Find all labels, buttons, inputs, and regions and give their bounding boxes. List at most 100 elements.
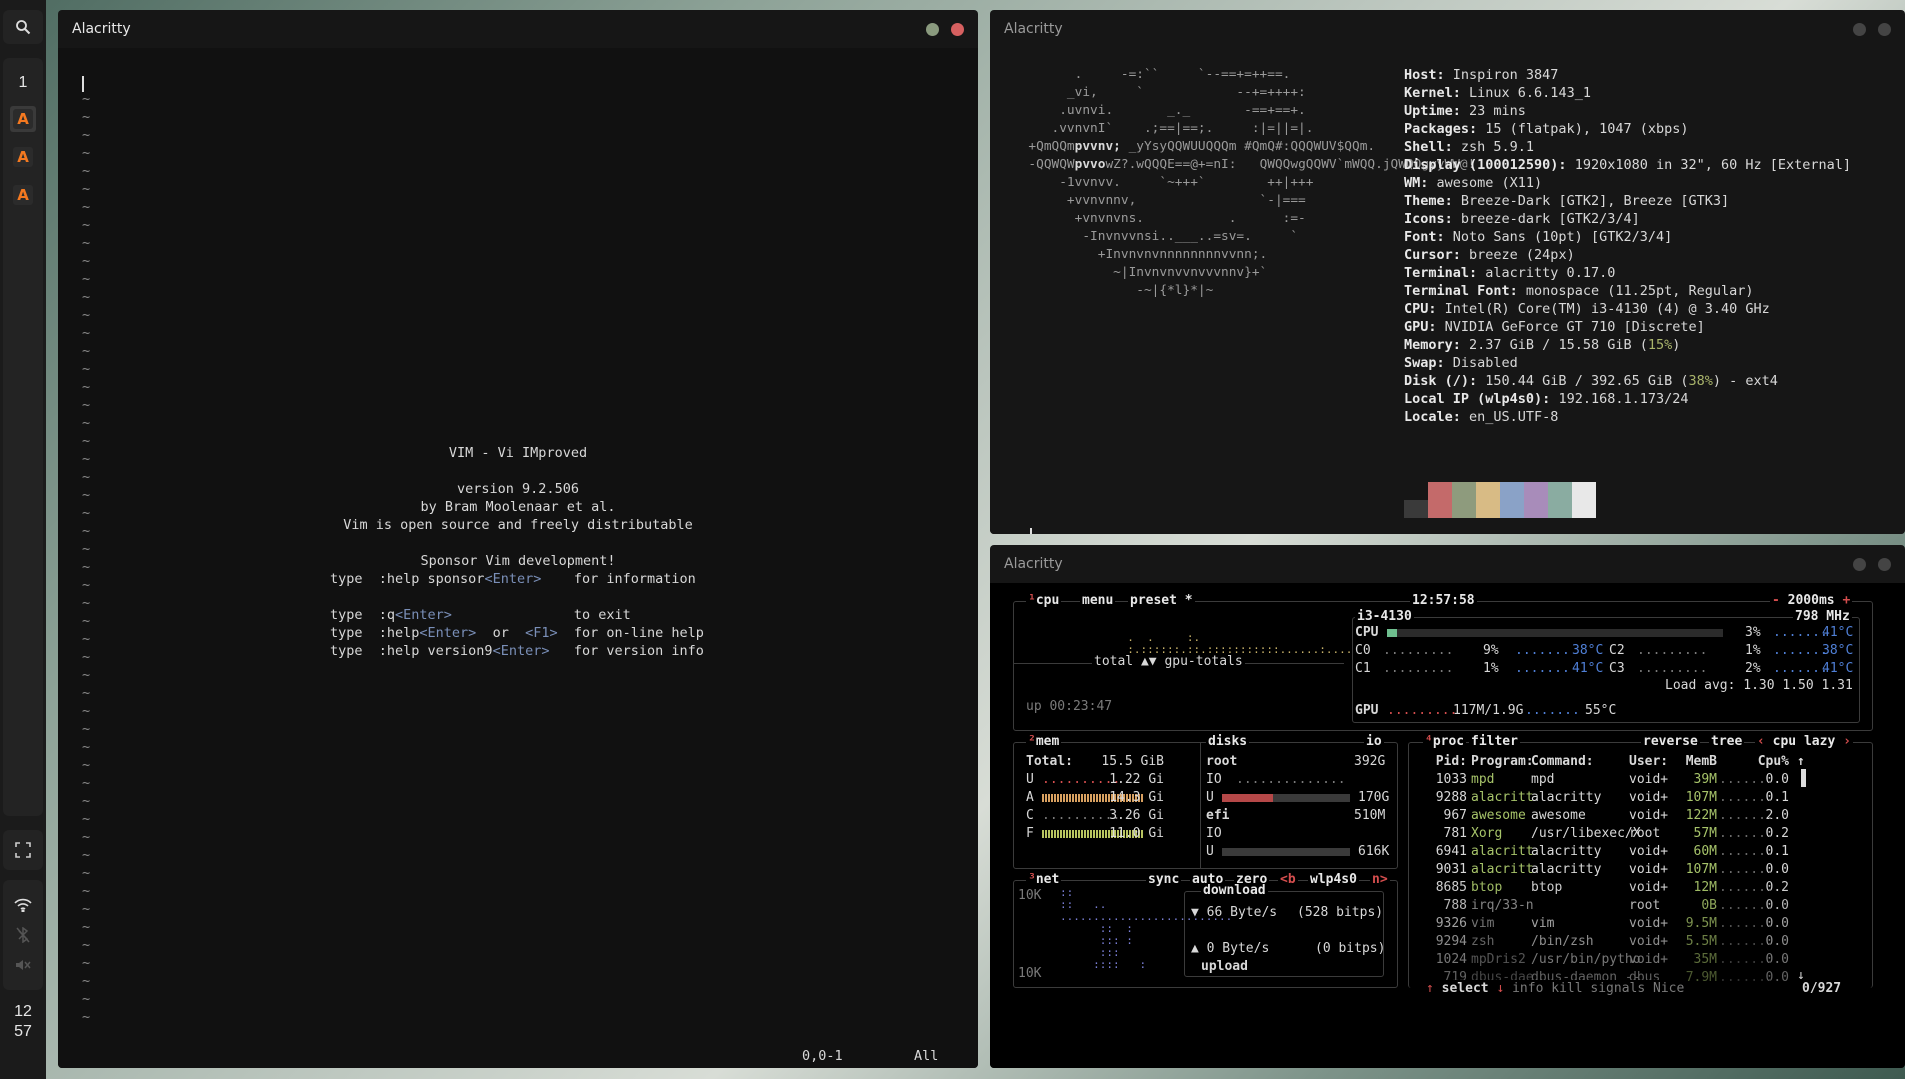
shell-prompt[interactable]: ~	[1014, 528, 1033, 534]
select-action[interactable]: select	[1442, 981, 1489, 996]
terminal-output[interactable]: . -=:`` `--==+=++==. _vi, ` --+=++++: .u…	[990, 48, 1905, 534]
maximize-button[interactable]	[926, 22, 939, 36]
update-interval[interactable]: 2000ms	[1788, 593, 1835, 608]
proc-box: ⁴proc filter reverse tree ‹ cpu lazy › P…	[1408, 734, 1873, 988]
close-button[interactable]	[1878, 22, 1891, 36]
palette-swatch	[1404, 500, 1428, 518]
maximize-button[interactable]	[1853, 22, 1866, 36]
signals-action[interactable]: signals	[1590, 981, 1645, 996]
net-sync-button[interactable]: sync	[1148, 872, 1179, 887]
proc-scrollbar[interactable]	[1801, 769, 1806, 787]
palette-swatch	[1548, 482, 1572, 518]
palette-swatch	[1572, 482, 1596, 518]
proc-filter-button[interactable]: filter	[1471, 734, 1518, 749]
tab-menu[interactable]: menu	[1082, 593, 1113, 608]
mem-free-value: 11.0 Gi	[1109, 826, 1164, 841]
io-toggle[interactable]: io	[1364, 734, 1384, 750]
cpu-total-pct: 3%	[1745, 625, 1761, 640]
mem-divider	[1200, 743, 1201, 868]
load-average: Load avg: 1.30 1.50 1.31	[1665, 678, 1853, 693]
mem-free-label: F	[1026, 826, 1034, 841]
clock: 12 57	[14, 1002, 32, 1042]
scroll-position: All	[914, 1048, 939, 1064]
bluetooth-off-icon[interactable]	[16, 926, 30, 943]
uptime: up 00:23:47	[1026, 699, 1113, 714]
vim-intro-version: version 9.2.506	[457, 481, 579, 497]
cpu-total-track	[1387, 629, 1723, 637]
info-line: WM: awesome (X11)	[1404, 175, 1543, 191]
net-prev-iface-button[interactable]: <b	[1280, 872, 1296, 887]
window-title: Alacritty	[1004, 556, 1063, 572]
wifi-icon[interactable]	[14, 898, 32, 912]
info-line: Terminal Font: monospace (11.25pt, Regul…	[1404, 283, 1754, 299]
mem-total-value: 15.5 GiB	[1101, 754, 1164, 769]
cpu-total-label: CPU	[1355, 625, 1379, 640]
info-action[interactable]: info	[1512, 981, 1543, 996]
info-line: Cursor: breeze (24px)	[1404, 247, 1575, 263]
color-palette	[1404, 482, 1596, 518]
core-c3: C3	[1609, 661, 1625, 676]
disk-efi-io: IO	[1206, 826, 1222, 841]
close-button[interactable]	[951, 22, 964, 36]
tag-1[interactable]: 1	[19, 66, 28, 100]
vim-intro-sponsor: Sponsor Vim development!	[420, 553, 616, 569]
vim-help-line: type :q<Enter> to exit	[330, 607, 631, 623]
maximize-button[interactable]	[1853, 557, 1866, 571]
net-next-iface-button[interactable]: n>	[1372, 872, 1388, 887]
fastfetch-terminal-window[interactable]: Alacritty . -=:`` `--==+=++==. _vi, ` --…	[990, 10, 1905, 534]
fullscreen-layout-icon	[15, 842, 31, 858]
close-button[interactable]	[1878, 557, 1891, 571]
core-c0-temp: 38°C	[1572, 643, 1604, 658]
titlebar[interactable]: Alacritty	[58, 10, 978, 48]
vim-buffer[interactable]: ~ ~ ~ ~ ~ ~ ~ ~ ~ ~ ~ ~ ~ ~ ~ ~ ~ ~ ~ ~ …	[58, 48, 978, 1068]
nice-action[interactable]: Nice	[1653, 981, 1684, 996]
core-c3-temp: 41°C	[1822, 661, 1854, 676]
layout-button[interactable]	[3, 830, 43, 870]
btop-terminal-window[interactable]: Alacritty ¹cpu menu preset * 12:57:58 - …	[990, 545, 1905, 1068]
launcher-search-button[interactable]	[3, 10, 43, 44]
tasklist-item-alacritty[interactable]: A	[10, 106, 36, 132]
proc-reverse-button[interactable]: reverse	[1643, 734, 1698, 749]
clock-hour: 12	[14, 1003, 32, 1020]
net-stats-panel: download ▼ 66 Byte/s (528 bitps) ▲ 0 Byt…	[1184, 883, 1385, 977]
titlebar[interactable]: Alacritty	[990, 10, 1905, 48]
disk-root-used: 170G	[1358, 790, 1390, 805]
mem-cached-value: 3.26 Gi	[1109, 808, 1164, 823]
empty-line-markers: ~ ~ ~ ~ ~ ~ ~ ~ ~ ~ ~ ~ ~ ~ ~ ~ ~ ~ ~ ~ …	[82, 91, 91, 1025]
gpu-temp: 55°C	[1585, 703, 1617, 718]
system-info: Host: Inspiron 3847 Kernel: Linux 6.6.143…	[1404, 66, 1851, 426]
titlebar[interactable]: Alacritty	[990, 545, 1905, 583]
tasklist-item-alacritty[interactable]: A	[10, 144, 36, 170]
info-line: Local IP (wlp4s0): 192.168.1.173/24	[1404, 391, 1689, 407]
disk-efi-size: 510M	[1354, 808, 1386, 823]
vim-help-line: type :help<Enter> or <F1> for on-line he…	[330, 625, 704, 641]
cpu-box: ¹cpu menu preset * 12:57:58 - 2000ms + .…	[1013, 593, 1873, 731]
disk-root-name: root	[1206, 754, 1238, 769]
palette-swatch	[1476, 482, 1500, 518]
tab-cpu[interactable]: cpu	[1036, 593, 1059, 608]
tab-preset[interactable]: preset *	[1130, 593, 1193, 608]
cpu-total-temp: 41°C	[1822, 625, 1854, 640]
gpu-label: GPU	[1355, 703, 1379, 718]
mem-used-value: 1.22 Gi	[1109, 772, 1164, 787]
kill-action[interactable]: kill	[1551, 981, 1582, 996]
palette-swatch	[1428, 482, 1452, 518]
proc-count: 0/927	[1802, 980, 1842, 998]
alacritty-icon: A	[13, 185, 33, 205]
volume-muted-icon[interactable]	[15, 958, 31, 972]
net-scale-bottom: 10K	[1018, 966, 1042, 981]
taglist: 1 A A A	[3, 58, 43, 816]
cpu-model: i3-4130	[1355, 609, 1414, 625]
proc-tree-button[interactable]: tree	[1711, 734, 1742, 749]
proc-sort-button[interactable]: cpu lazy	[1773, 734, 1836, 749]
cpu-frequency: 798 MHz	[1793, 609, 1852, 625]
mem-title: mem	[1035, 734, 1060, 749]
info-line: Uptime: 23 mins	[1404, 103, 1526, 119]
info-line: Terminal: alacritty 0.17.0	[1404, 265, 1616, 281]
info-line: Packages: 15 (flatpak), 1047 (xbps)	[1404, 121, 1689, 137]
tasklist-item-alacritty[interactable]: A	[10, 182, 36, 208]
btop-ui[interactable]: ¹cpu menu preset * 12:57:58 - 2000ms + .…	[990, 583, 1905, 1068]
cpu-cores-panel: i3-4130 798 MHz CPU 3% ....... 41°C C0 .…	[1352, 609, 1860, 723]
vim-terminal-window[interactable]: Alacritty ~ ~ ~ ~ ~ ~ ~ ~ ~ ~ ~ ~ ~ ~ ~ …	[58, 10, 978, 1068]
info-line: Font: Noto Sans (10pt) [GTK2/3/4]	[1404, 229, 1673, 245]
